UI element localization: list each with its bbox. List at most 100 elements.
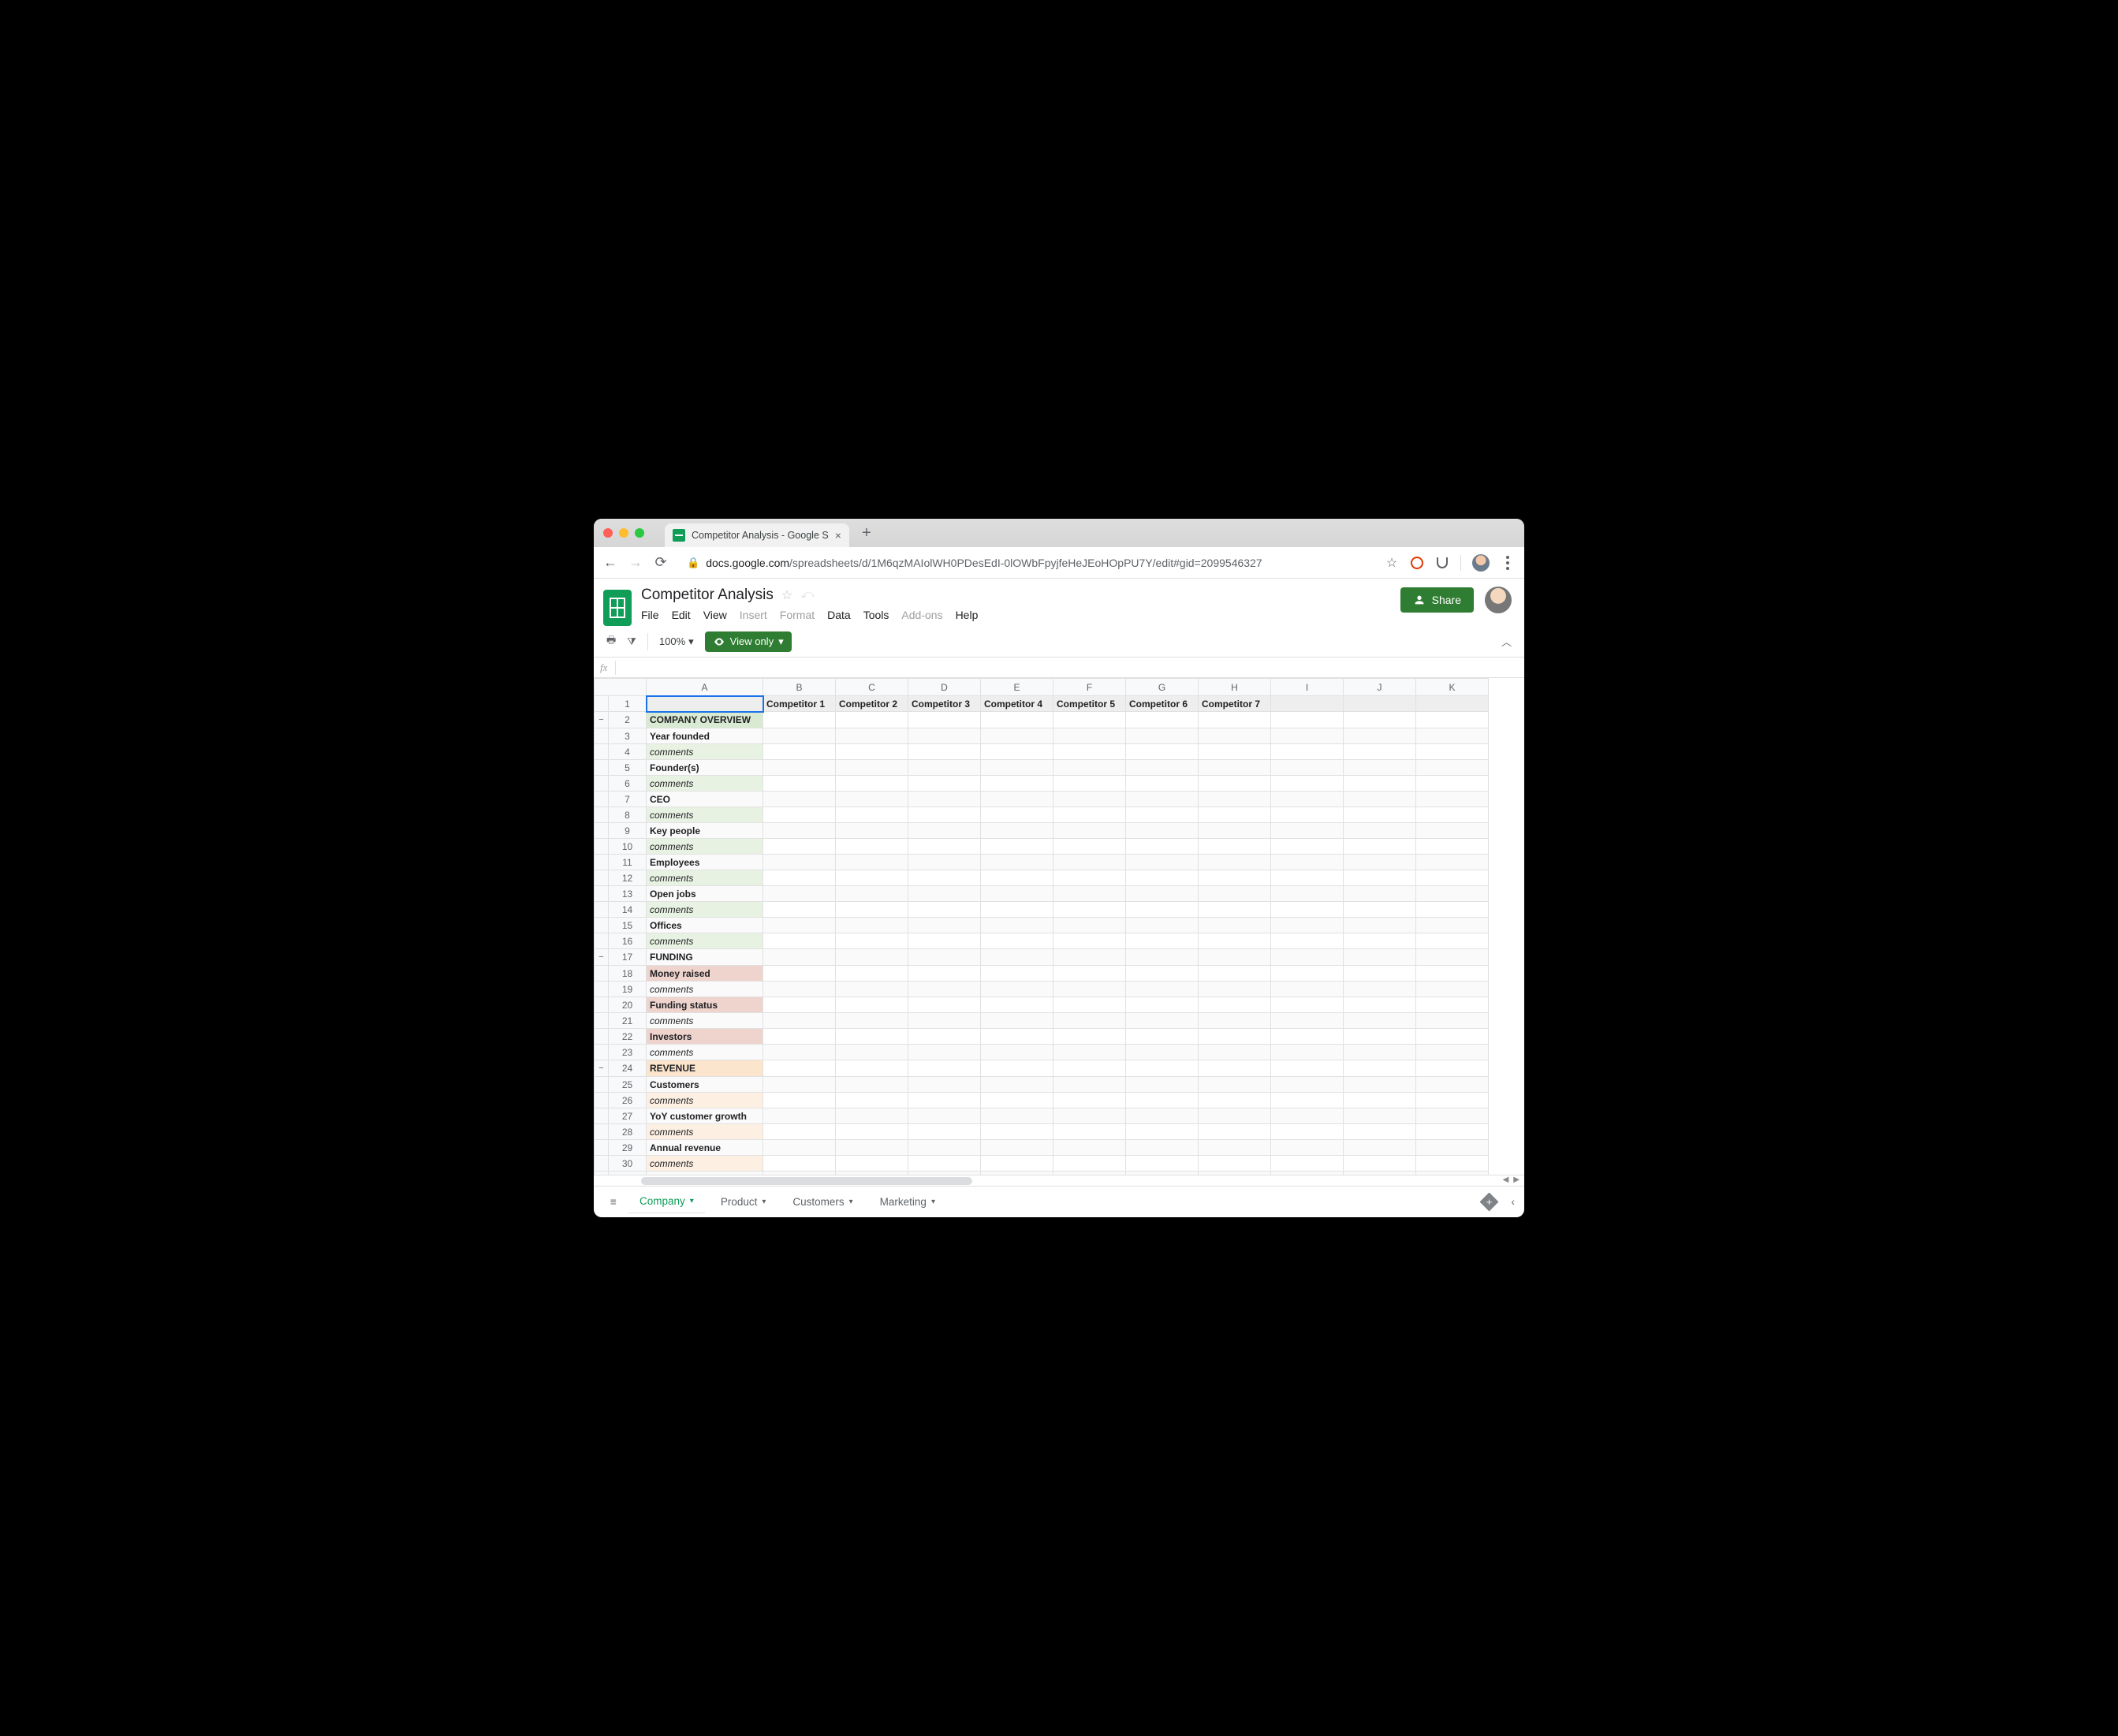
cell-22-G[interactable] xyxy=(1126,1029,1199,1045)
cell-14-C[interactable] xyxy=(836,902,908,918)
cell-20-F[interactable] xyxy=(1053,997,1126,1013)
cell-20-K[interactable] xyxy=(1416,997,1489,1013)
cell-9-A[interactable]: Key people xyxy=(647,823,763,839)
cell-26-B[interactable] xyxy=(763,1093,836,1108)
col-header-G[interactable]: G xyxy=(1126,679,1199,696)
cell-30-E[interactable] xyxy=(981,1156,1053,1172)
cell-23-D[interactable] xyxy=(908,1045,981,1060)
cell-29-D[interactable] xyxy=(908,1140,981,1156)
cell-7-C[interactable] xyxy=(836,792,908,807)
cell-24-E[interactable] xyxy=(981,1060,1053,1077)
share-button[interactable]: Share xyxy=(1400,587,1474,613)
cell-16-D[interactable] xyxy=(908,933,981,949)
cell-16-C[interactable] xyxy=(836,933,908,949)
cell-18-D[interactable] xyxy=(908,966,981,982)
cell-11-D[interactable] xyxy=(908,855,981,870)
col-header-H[interactable]: H xyxy=(1199,679,1271,696)
col-header-F[interactable]: F xyxy=(1053,679,1126,696)
row-header-30[interactable]: 30 xyxy=(609,1156,647,1172)
cell-15-A[interactable]: Offices xyxy=(647,918,763,933)
cell-16-K[interactable] xyxy=(1416,933,1489,949)
cell-24-G[interactable] xyxy=(1126,1060,1199,1077)
cell-13-C[interactable] xyxy=(836,886,908,902)
cell-23-I[interactable] xyxy=(1271,1045,1344,1060)
cell-18-G[interactable] xyxy=(1126,966,1199,982)
cell-10-K[interactable] xyxy=(1416,839,1489,855)
cell-6-I[interactable] xyxy=(1271,776,1344,792)
cell-9-E[interactable] xyxy=(981,823,1053,839)
cell-2-F[interactable] xyxy=(1053,712,1126,728)
cell-5-C[interactable] xyxy=(836,760,908,776)
cell-19-H[interactable] xyxy=(1199,982,1271,997)
cell-17-E[interactable] xyxy=(981,949,1053,966)
cell-28-J[interactable] xyxy=(1344,1124,1416,1140)
cell-14-E[interactable] xyxy=(981,902,1053,918)
cell-8-H[interactable] xyxy=(1199,807,1271,823)
cell-23-B[interactable] xyxy=(763,1045,836,1060)
cell-2-G[interactable] xyxy=(1126,712,1199,728)
zoom-dropdown[interactable]: 100% ▾ xyxy=(659,635,694,648)
cell-3-F[interactable] xyxy=(1053,728,1126,744)
group-gutter-7[interactable] xyxy=(595,792,609,807)
cell-8-A[interactable]: comments xyxy=(647,807,763,823)
address-bar[interactable]: 🔒 docs.google.com/spreadsheets/d/1M6qzMA… xyxy=(679,552,1374,574)
col-header-C[interactable]: C xyxy=(836,679,908,696)
cell-13-I[interactable] xyxy=(1271,886,1344,902)
cell-23-E[interactable] xyxy=(981,1045,1053,1060)
cell-21-D[interactable] xyxy=(908,1013,981,1029)
sheet-tab-product[interactable]: Product▾ xyxy=(710,1189,777,1216)
cell-2-K[interactable] xyxy=(1416,712,1489,728)
cell-28-H[interactable] xyxy=(1199,1124,1271,1140)
menu-insert[interactable]: Insert xyxy=(740,609,767,621)
cell-21-B[interactable] xyxy=(763,1013,836,1029)
cell-5-K[interactable] xyxy=(1416,760,1489,776)
cell-30-G[interactable] xyxy=(1126,1156,1199,1172)
cell-12-K[interactable] xyxy=(1416,870,1489,886)
cell-1-H[interactable]: Competitor 7 xyxy=(1199,696,1271,712)
cell-8-G[interactable] xyxy=(1126,807,1199,823)
cell-27-J[interactable] xyxy=(1344,1108,1416,1124)
view-only-badge[interactable]: View only ▾ xyxy=(705,631,792,652)
row-header-24[interactable]: 24 xyxy=(609,1060,647,1077)
cell-18-I[interactable] xyxy=(1271,966,1344,982)
cell-25-B[interactable] xyxy=(763,1077,836,1093)
cell-15-I[interactable] xyxy=(1271,918,1344,933)
cell-23-F[interactable] xyxy=(1053,1045,1126,1060)
cell-4-J[interactable] xyxy=(1344,744,1416,760)
cell-27-K[interactable] xyxy=(1416,1108,1489,1124)
cell-15-J[interactable] xyxy=(1344,918,1416,933)
cell-28-F[interactable] xyxy=(1053,1124,1126,1140)
cell-17-K[interactable] xyxy=(1416,949,1489,966)
cell-12-A[interactable]: comments xyxy=(647,870,763,886)
cell-21-E[interactable] xyxy=(981,1013,1053,1029)
cell-17-J[interactable] xyxy=(1344,949,1416,966)
cell-9-K[interactable] xyxy=(1416,823,1489,839)
cell-22-I[interactable] xyxy=(1271,1029,1344,1045)
group-gutter-20[interactable] xyxy=(595,997,609,1013)
cell-4-G[interactable] xyxy=(1126,744,1199,760)
close-tab-icon[interactable]: × xyxy=(835,529,841,542)
cell-18-H[interactable] xyxy=(1199,966,1271,982)
group-gutter-5[interactable] xyxy=(595,760,609,776)
group-gutter-12[interactable] xyxy=(595,870,609,886)
cell-17-G[interactable] xyxy=(1126,949,1199,966)
group-gutter-17[interactable] xyxy=(595,949,609,966)
cell-18-B[interactable] xyxy=(763,966,836,982)
cell-10-E[interactable] xyxy=(981,839,1053,855)
row-header-27[interactable]: 27 xyxy=(609,1108,647,1124)
cell-30-A[interactable]: comments xyxy=(647,1156,763,1172)
cell-27-H[interactable] xyxy=(1199,1108,1271,1124)
cell-16-A[interactable]: comments xyxy=(647,933,763,949)
cell-15-G[interactable] xyxy=(1126,918,1199,933)
cell-7-J[interactable] xyxy=(1344,792,1416,807)
cell-6-B[interactable] xyxy=(763,776,836,792)
col-header-K[interactable]: K xyxy=(1416,679,1489,696)
cell-12-D[interactable] xyxy=(908,870,981,886)
cell-24-A[interactable]: REVENUE xyxy=(647,1060,763,1077)
cell-26-K[interactable] xyxy=(1416,1093,1489,1108)
menu-edit[interactable]: Edit xyxy=(672,609,691,621)
sheet-tab-marketing[interactable]: Marketing▾ xyxy=(869,1189,946,1216)
cell-23-H[interactable] xyxy=(1199,1045,1271,1060)
cell-6-A[interactable]: comments xyxy=(647,776,763,792)
cell-8-C[interactable] xyxy=(836,807,908,823)
